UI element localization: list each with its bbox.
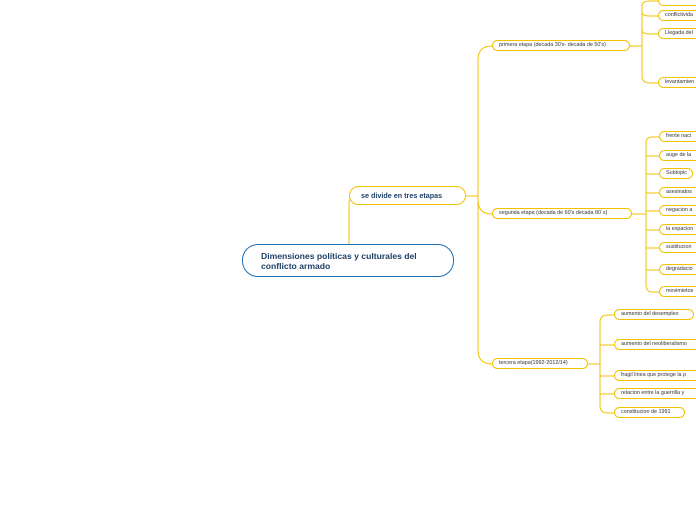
stage-2-child[interactable]: sustitucion xyxy=(659,242,696,253)
link-s2-c0 xyxy=(645,136,659,144)
link-s1-c1 xyxy=(641,11,658,17)
stage-3-child[interactable]: aumento del desempleo xyxy=(614,309,694,320)
stage-3-child[interactable]: relacion entre la guerrilla y xyxy=(614,388,696,399)
stage-3-child[interactable]: constitucion de 1991 xyxy=(614,407,685,418)
link-stage1 xyxy=(477,45,493,61)
stage-2-child[interactable]: asesinatos xyxy=(659,187,696,198)
stage-2-child[interactable]: movimietos xyxy=(659,286,696,297)
stage-2-child[interactable]: degradacio xyxy=(659,264,696,275)
stage-1-topic[interactable]: primera etapa (decada 30's- decada de 50… xyxy=(492,40,630,51)
link-s3-c0 xyxy=(599,314,614,323)
stage-2-child[interactable]: negacion a xyxy=(659,205,696,216)
stage-2-child[interactable]: auge de la xyxy=(659,150,696,161)
stage-3-topic[interactable]: tercera etapa(1992-2012/14) xyxy=(492,358,588,369)
stage-3-child[interactable]: fragil linea que protege la p xyxy=(614,370,696,381)
link-s1-c3 xyxy=(641,75,658,84)
stage-2-child[interactable]: frente naci xyxy=(659,131,696,142)
stage-1-child[interactable] xyxy=(658,0,696,6)
level1-topic[interactable]: se divide en tres etapas xyxy=(349,186,466,205)
stage-3-child[interactable]: aumento del neoliberalismo xyxy=(614,339,696,350)
root-topic[interactable]: Dimensiones políticas y culturales del c… xyxy=(242,244,454,277)
stage-2-child[interactable]: la expacion xyxy=(659,224,696,235)
link-s1-c0 xyxy=(641,0,658,7)
link-stage2 xyxy=(477,199,493,215)
stage-1-child[interactable]: conflictivida xyxy=(658,10,696,21)
link-s3-c4 xyxy=(599,405,614,414)
link-stage3 xyxy=(477,349,493,365)
stage-2-topic[interactable]: segunda etapa (decada de 60's decada 80´… xyxy=(492,208,632,219)
stage-1-child[interactable]: levantamien xyxy=(658,77,696,88)
stage-1-child[interactable]: Llegada del xyxy=(658,28,696,39)
link-s2-c8 xyxy=(645,283,659,293)
link-s1-c2 xyxy=(641,29,658,35)
stage-2-child[interactable]: Subtopic xyxy=(659,168,693,179)
